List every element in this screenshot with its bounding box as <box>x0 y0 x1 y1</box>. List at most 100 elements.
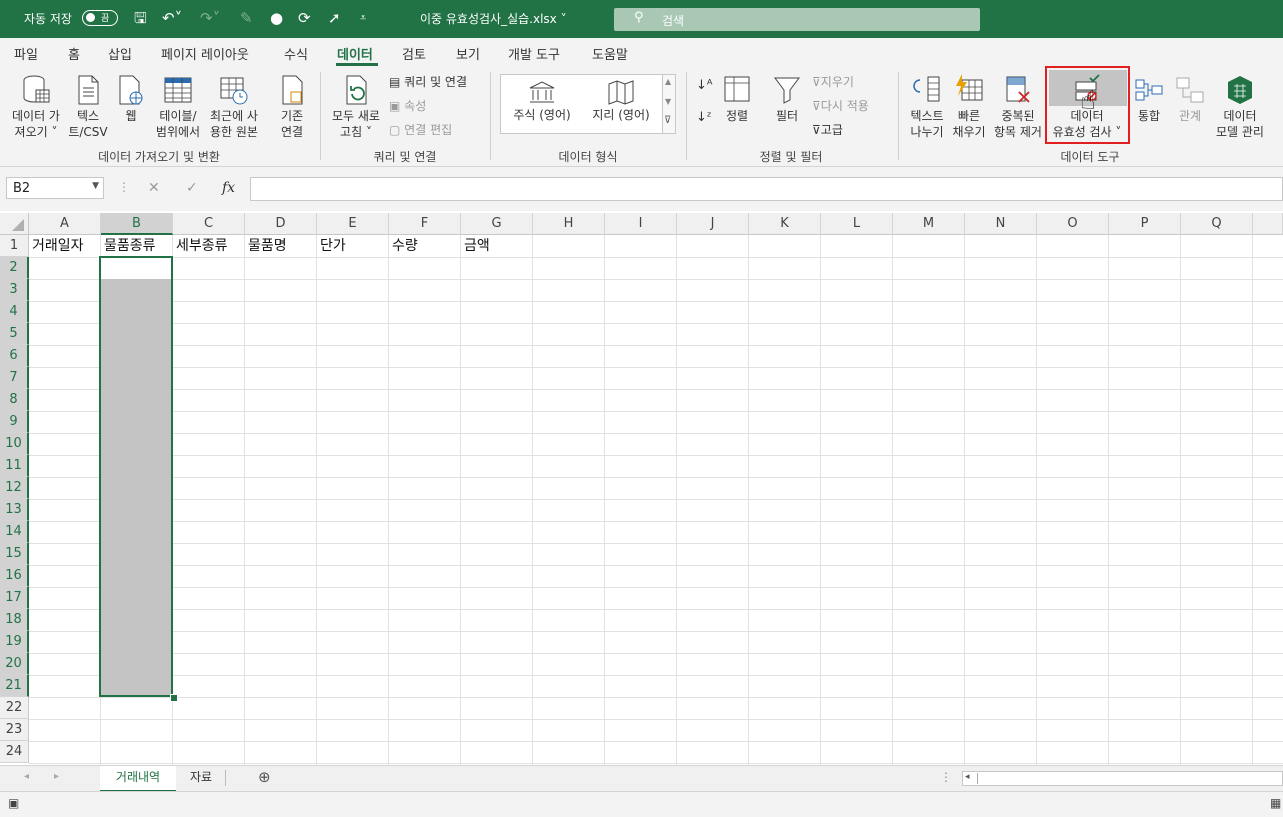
row-header[interactable]: 19 <box>0 631 29 653</box>
refresh-all-button[interactable]: 모두 새로 고침 ˅ <box>326 74 386 140</box>
row-header[interactable]: 3 <box>0 279 29 301</box>
cell-B1[interactable]: 물품종류 <box>101 235 156 257</box>
column-header[interactable]: I <box>605 213 677 235</box>
consolidate-button[interactable]: 통합 <box>1132 74 1166 124</box>
relationships-button[interactable]: 관계 <box>1170 74 1210 124</box>
circle-icon[interactable]: ● <box>270 9 283 27</box>
pointer-icon[interactable]: ➚ <box>328 9 341 27</box>
recent-sources-button[interactable]: 최근에 사 용한 원본 <box>206 74 262 140</box>
column-header[interactable]: J <box>677 213 749 235</box>
stocks-button[interactable]: 주식 (영어) <box>507 79 577 123</box>
reapply-button[interactable]: ⊽다시 적용 <box>812 98 869 114</box>
column-header-partial[interactable] <box>1253 213 1283 235</box>
name-box[interactable]: B2 ▼ <box>6 177 104 199</box>
column-header[interactable]: M <box>893 213 965 235</box>
chevron-down-icon[interactable]: ▼ <box>665 97 671 106</box>
tab-review[interactable]: 검토 <box>402 44 426 63</box>
cell-E1[interactable]: 단가 <box>317 235 346 257</box>
chevron-down-icon[interactable]: ▼ <box>92 181 99 191</box>
flash-fill-button[interactable]: 빠른 채우기 <box>950 74 988 140</box>
row-header[interactable]: 10 <box>0 433 29 455</box>
row-header[interactable]: 22 <box>0 697 29 719</box>
sort-desc-button[interactable]: ↓ᶻ <box>696 110 712 126</box>
row-header[interactable]: 24 <box>0 741 29 763</box>
clear-button[interactable]: ⊽지우기 <box>812 74 854 90</box>
sheet-tab-transactions[interactable]: 거래내역 <box>100 766 176 792</box>
cell-A1[interactable]: 거래일자 <box>29 235 84 257</box>
cell-C1[interactable]: 세부종류 <box>173 235 228 257</box>
advanced-button[interactable]: ⊽고급 <box>812 122 843 138</box>
data-model-button[interactable]: 데이터 모델 관리 <box>1212 74 1268 140</box>
spreadsheet-grid[interactable]: A B C D E F G H I J K L M N O P Q 1 2 3 … <box>0 213 1283 765</box>
row-header[interactable]: 18 <box>0 609 29 631</box>
splitter-handle-icon[interactable]: ⋮ <box>940 770 952 784</box>
tab-view[interactable]: 보기 <box>456 44 480 63</box>
column-header[interactable]: C <box>173 213 245 235</box>
redo-icon[interactable]: ↷˅ <box>200 9 220 27</box>
get-data-button[interactable]: 데이터 가 져오기 ˅ <box>6 74 66 140</box>
column-header[interactable]: O <box>1037 213 1109 235</box>
column-header[interactable]: N <box>965 213 1037 235</box>
column-header[interactable]: H <box>533 213 605 235</box>
scroll-left-arrow-icon[interactable]: ◂ <box>965 772 970 782</box>
row-header[interactable]: 20 <box>0 653 29 675</box>
chevron-up-icon[interactable]: ▲ <box>665 77 671 86</box>
column-header[interactable]: K <box>749 213 821 235</box>
tab-formulas[interactable]: 수식 <box>284 44 308 63</box>
column-header[interactable]: E <box>317 213 389 235</box>
properties-button[interactable]: ▣ 속성 <box>389 98 426 114</box>
row-header[interactable]: 16 <box>0 565 29 587</box>
geography-button[interactable]: 지리 (영어) <box>585 79 657 123</box>
row-header[interactable]: 13 <box>0 499 29 521</box>
column-header[interactable]: B <box>101 213 173 235</box>
row-header[interactable]: 2 <box>0 257 29 279</box>
horizontal-scrollbar[interactable]: ◂ <box>962 771 1283 786</box>
text-to-columns-button[interactable]: 텍스트 나누기 <box>904 74 950 140</box>
row-header[interactable]: 6 <box>0 345 29 367</box>
customize-qat-icon[interactable]: ⩡ <box>360 9 366 27</box>
tab-home[interactable]: 홈 <box>68 44 80 63</box>
cell-F1[interactable]: 수량 <box>389 235 418 257</box>
row-header[interactable]: 21 <box>0 675 29 697</box>
macro-record-icon[interactable]: ▣ <box>8 796 19 810</box>
touch-mode-icon[interactable]: ⟳ <box>298 9 311 27</box>
column-header[interactable]: D <box>245 213 317 235</box>
text-csv-button[interactable]: 텍스 트/CSV <box>66 74 110 140</box>
row-header[interactable]: 17 <box>0 587 29 609</box>
tab-insert[interactable]: 삽입 <box>108 44 132 63</box>
row-header[interactable]: 9 <box>0 411 29 433</box>
row-header[interactable]: 23 <box>0 719 29 741</box>
more-icon[interactable]: ⊽ <box>664 115 671 126</box>
row-header[interactable]: 14 <box>0 521 29 543</box>
scroll-left-icon[interactable]: ◂ <box>24 771 29 782</box>
remove-duplicates-button[interactable]: 중복된 항목 제거 <box>990 74 1046 140</box>
row-header[interactable]: 7 <box>0 367 29 389</box>
autosave-toggle[interactable]: 끔 <box>82 10 118 26</box>
tab-data[interactable]: 데이터 <box>337 44 373 63</box>
row-header[interactable]: 8 <box>0 389 29 411</box>
pen-icon[interactable]: ✎ <box>240 9 253 27</box>
tab-help[interactable]: 도움말 <box>592 44 628 63</box>
normal-view-icon[interactable]: ▦ <box>1270 796 1281 810</box>
enter-icon[interactable]: ✓ <box>186 180 198 196</box>
column-header[interactable]: L <box>821 213 893 235</box>
row-header[interactable]: 15 <box>0 543 29 565</box>
tab-developer[interactable]: 개발 도구 <box>508 44 560 63</box>
sheet-tab-data[interactable]: 자료 <box>178 766 224 790</box>
queries-connections-button[interactable]: ▤ 쿼리 및 연결 <box>389 74 467 90</box>
row-header[interactable]: 5 <box>0 323 29 345</box>
cell-D1[interactable]: 물품명 <box>245 235 287 257</box>
existing-connections-button[interactable]: 기존 연결 <box>270 74 314 140</box>
column-header[interactable]: G <box>461 213 533 235</box>
column-header[interactable]: Q <box>1181 213 1253 235</box>
tab-page-layout[interactable]: 페이지 레이아웃 <box>161 44 249 63</box>
filter-button[interactable]: 필터 <box>768 74 806 124</box>
sort-asc-button[interactable]: ↓ᴬ <box>696 78 713 94</box>
cancel-icon[interactable]: ✕ <box>148 180 160 196</box>
row-header[interactable]: 1 <box>0 235 29 257</box>
undo-icon[interactable]: ↶˅ <box>162 9 182 27</box>
from-table-button[interactable]: 테이블/ 범위에서 <box>152 74 204 140</box>
column-header[interactable]: P <box>1109 213 1181 235</box>
save-icon[interactable]: 🖫 <box>134 9 147 27</box>
fill-handle[interactable] <box>170 694 178 702</box>
